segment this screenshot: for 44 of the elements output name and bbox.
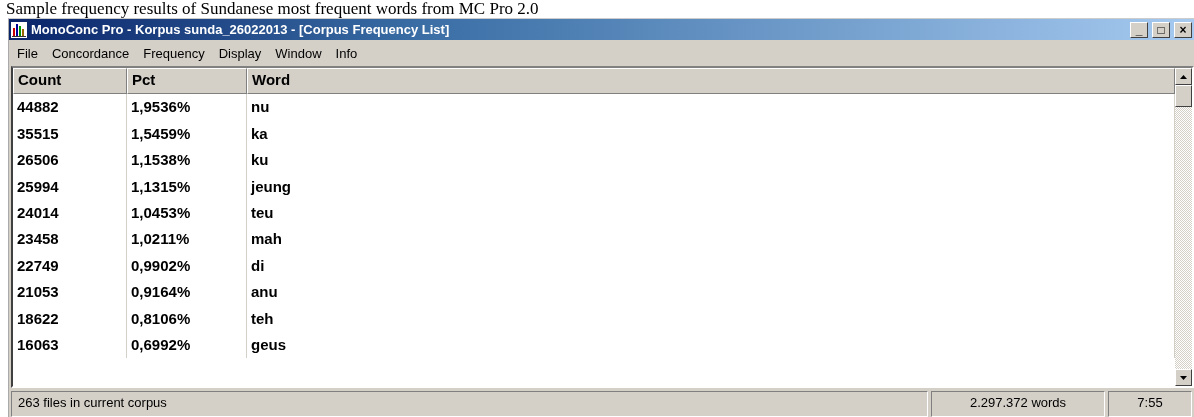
table-cell: 24014 xyxy=(13,199,127,227)
table-cell: 22749 xyxy=(13,252,127,280)
status-pane: 263 files in current corpus xyxy=(11,391,928,417)
window-title: MonoConc Pro - Korpus sunda_26022013 - [Corpus Frequency List] xyxy=(31,22,451,37)
scrollbar[interactable] xyxy=(1175,68,1192,386)
table-cell: 21053 xyxy=(13,279,127,306)
table-cell: 1,0453% xyxy=(127,199,247,227)
table-cell: 0,9164% xyxy=(127,279,247,306)
status-pane: 2.297.372 words xyxy=(931,391,1105,417)
maximize-button[interactable]: □ xyxy=(1152,21,1170,38)
table-cell: 44882 xyxy=(13,94,127,121)
down-arrow-icon xyxy=(1180,375,1187,380)
menu-item[interactable]: Concordance xyxy=(51,45,130,61)
bar-chart-logo-icon xyxy=(11,21,27,38)
menu-item[interactable]: Frequency xyxy=(143,45,205,61)
menu-item[interactable]: Window xyxy=(275,45,322,61)
scroll-up-button[interactable] xyxy=(1175,68,1192,85)
scroll-down-button[interactable] xyxy=(1175,369,1192,386)
table-cell: 1,1315% xyxy=(127,173,247,200)
menu-item[interactable]: Info xyxy=(335,45,358,61)
table-cell: 18622 xyxy=(13,305,127,332)
minimize-button[interactable]: _ xyxy=(1130,21,1148,38)
table-cell: 26506 xyxy=(13,147,127,174)
table-cell: 25994 xyxy=(13,173,127,200)
up-arrow-icon xyxy=(1180,74,1187,79)
table-cell: 1,0211% xyxy=(127,226,247,253)
table-cell: 1,1538% xyxy=(127,147,247,174)
table-cell: 1,5459% xyxy=(127,120,247,148)
column-header[interactable]: Pct xyxy=(127,68,247,94)
status-pane: 7:55 xyxy=(1108,391,1192,417)
table-cell: 23458 xyxy=(13,226,127,253)
table-cell: 0,8106% xyxy=(127,305,247,332)
table-cell: 0,9902% xyxy=(127,252,247,280)
table-cell: 1,9536% xyxy=(127,94,247,121)
column-header[interactable]: Word xyxy=(247,68,1175,94)
table-cell: 16063 xyxy=(13,331,127,359)
table-cell: 35515 xyxy=(13,120,127,148)
close-button[interactable]: × xyxy=(1174,21,1192,38)
menu-item[interactable]: File xyxy=(17,45,38,61)
caption: Sample frequency results of Sundanese most frequent words from MC Pro 2.0 xyxy=(5,0,540,18)
column-header[interactable]: Count xyxy=(13,68,127,94)
table-cell: 0,6992% xyxy=(127,331,247,359)
menu-item[interactable]: Display xyxy=(218,45,262,61)
scroll-thumb[interactable] xyxy=(1175,85,1192,107)
